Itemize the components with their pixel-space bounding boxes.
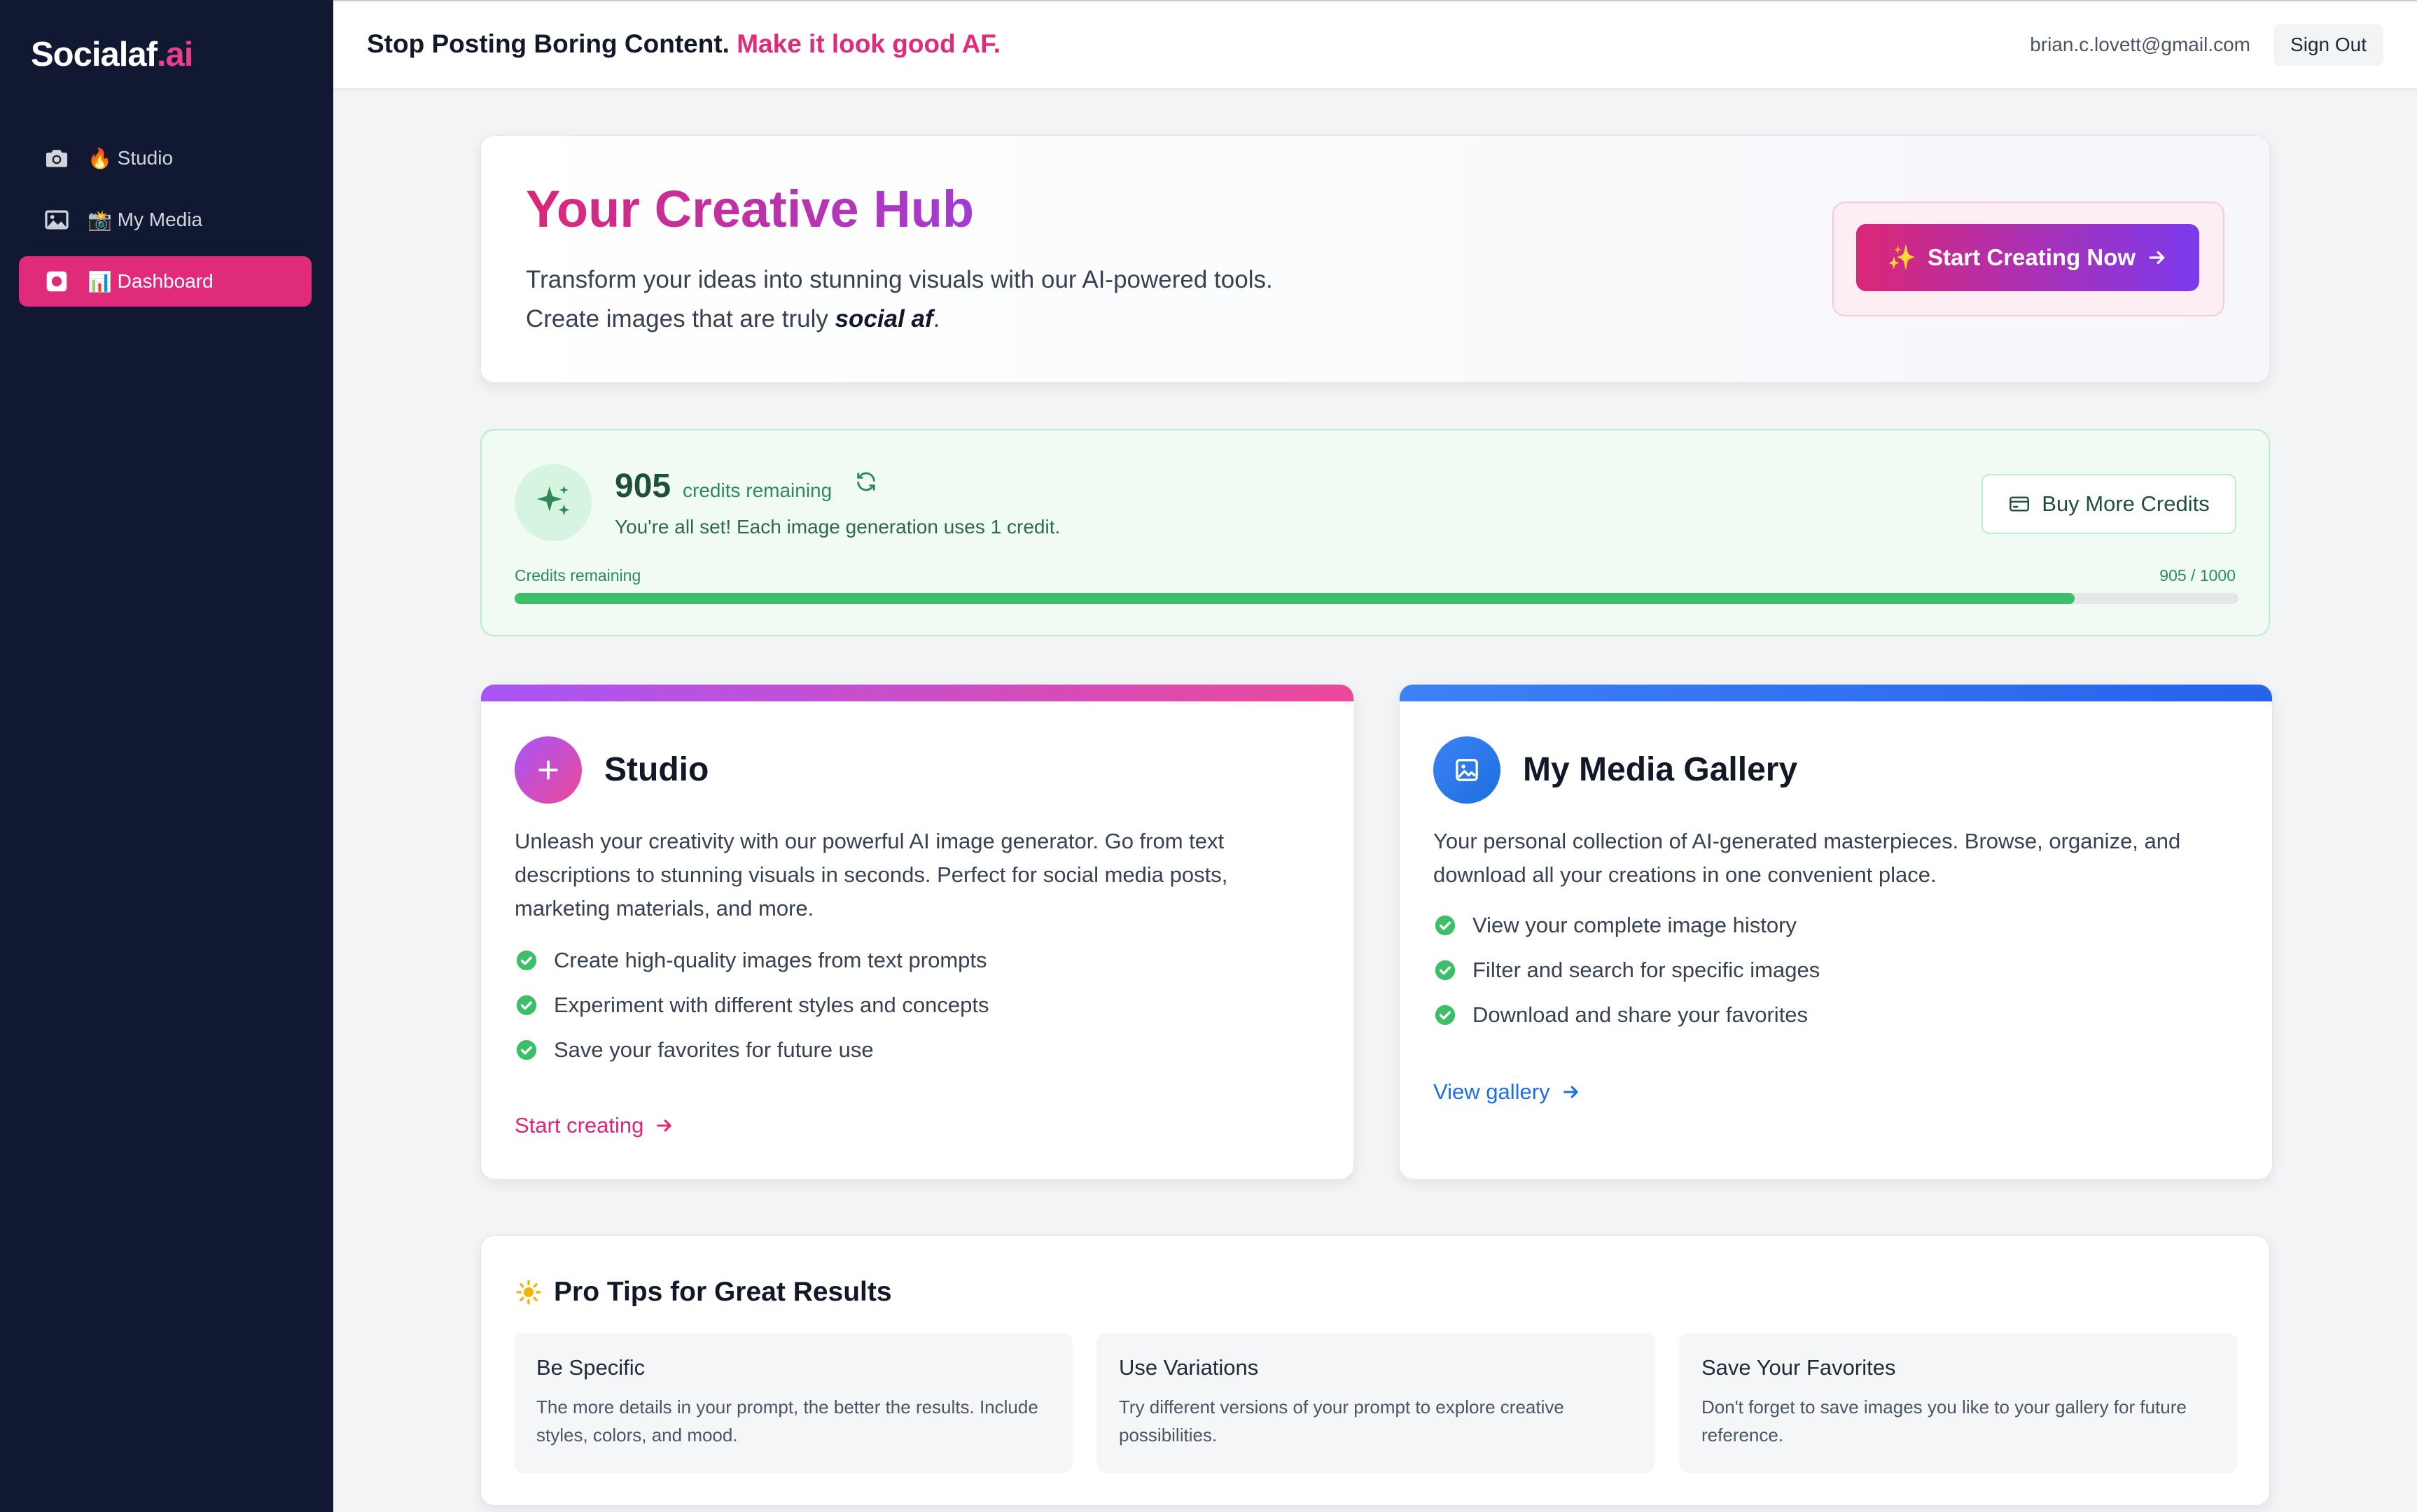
media-feature-list: View your complete image history Filter … — [1433, 903, 1820, 1037]
credits-subtitle: You're all set! Each image generation us… — [615, 516, 1061, 538]
list-item: Filter and search for specific images — [1433, 948, 1820, 993]
buy-credits-label: Buy More Credits — [2042, 491, 2210, 516]
list-item: Create high-quality images from text pro… — [515, 938, 989, 983]
arrow-right-icon — [1563, 1086, 1578, 1098]
image-icon — [43, 206, 71, 234]
sidebar: Socialaf.ai 🔥 Studio 📸 My Media 📊 Dashbo… — [0, 0, 333, 1512]
list-item: View your complete image history — [1433, 903, 1820, 948]
card-accent-bar — [1400, 685, 2272, 701]
studio-feature-list: Create high-quality images from text pro… — [515, 938, 989, 1072]
credits-progress-fill — [515, 593, 2075, 604]
user-email: brian.c.lovett@gmail.com — [2030, 34, 2250, 55]
media-card-description: Your personal collection of AI-generated… — [1433, 829, 2181, 887]
start-creating-link[interactable]: Start creating — [515, 1113, 674, 1138]
credits-label: credits remaining — [683, 479, 833, 501]
credits-count: 905 — [615, 468, 671, 505]
sidebar-item-studio[interactable]: 🔥 Studio — [19, 133, 312, 183]
creative-hub-card: Your Creative Hub Transform your ideas i… — [480, 135, 2270, 383]
sidebar-item-emoji: 📊 — [88, 270, 112, 293]
image-icon — [1433, 736, 1500, 804]
credit-card-icon — [2009, 496, 2030, 512]
sparkles-icon: ✨ — [1887, 244, 1917, 270]
cta-label: Start Creating Now — [1928, 244, 2136, 270]
pro-tips-heading: Pro Tips for Great Results — [515, 1277, 892, 1308]
page-title: Your Creative Hub — [526, 180, 975, 238]
check-circle-icon — [1435, 960, 1456, 981]
start-creating-now-button[interactable]: ✨ Start Creating Now — [1856, 224, 2199, 291]
tip-title: Use Variations — [1119, 1355, 1259, 1380]
pro-tips-card: Pro Tips for Great Results Be Specific T… — [480, 1236, 2270, 1506]
tip-text: The more details in your prompt, the bet… — [536, 1396, 1038, 1446]
tip-use-variations: Use Variations Try different versions of… — [1096, 1333, 1655, 1473]
arrow-right-icon — [657, 1119, 672, 1132]
card-accent-bar — [481, 685, 1353, 701]
arrow-right-icon — [2149, 251, 2165, 265]
studio-card-title: Studio — [604, 751, 709, 788]
plus-icon — [515, 736, 582, 804]
top-header: Stop Posting Boring Content. Make it loo… — [333, 0, 2417, 89]
media-card-title: My Media Gallery — [1523, 751, 1798, 788]
tip-title: Save Your Favorites — [1701, 1355, 1896, 1380]
my-media-gallery-card: My Media Gallery Your personal collectio… — [1399, 684, 2273, 1180]
sidebar-nav: 🔥 Studio 📸 My Media 📊 Dashboard — [19, 133, 312, 318]
view-gallery-link[interactable]: View gallery — [1433, 1079, 1581, 1105]
refresh-icon[interactable] — [854, 470, 878, 493]
hero-description: Transform your ideas into stunning visua… — [526, 266, 1273, 332]
sidebar-item-label: Dashboard — [117, 270, 214, 292]
tip-be-specific: Be Specific The more details in your pro… — [514, 1333, 1073, 1473]
check-circle-icon — [516, 950, 537, 971]
list-item: Save your favorites for future use — [515, 1028, 989, 1072]
sidebar-item-emoji: 🔥 — [88, 147, 112, 169]
list-item: Download and share your favorites — [1433, 993, 1820, 1037]
camera-icon — [43, 144, 71, 172]
check-circle-icon — [516, 1040, 537, 1060]
progress-label: Credits remaining — [515, 566, 641, 584]
sidebar-item-my-media[interactable]: 📸 My Media — [19, 195, 312, 245]
buy-more-credits-button[interactable]: Buy More Credits — [1981, 474, 2236, 534]
progress-count: 905 / 1000 — [2159, 566, 2236, 584]
cta-container: ✨ Start Creating Now — [1832, 202, 2224, 316]
sign-out-button[interactable]: Sign Out — [2273, 24, 2383, 66]
sparkles-icon — [515, 464, 592, 541]
studio-card-description: Unleash your creativity with our powerfu… — [515, 829, 1228, 920]
app-logo[interactable]: Socialaf.ai — [31, 35, 193, 74]
tip-text: Don't forget to save images you like to … — [1701, 1396, 2187, 1446]
dashboard-icon — [43, 267, 71, 295]
check-circle-icon — [1435, 1004, 1456, 1026]
studio-card: Studio Unleash your creativity with our … — [480, 684, 1354, 1180]
tip-text: Try different versions of your prompt to… — [1119, 1396, 1564, 1446]
sidebar-item-emoji: 📸 — [88, 209, 112, 231]
check-circle-icon — [1435, 915, 1456, 936]
sidebar-item-label: Studio — [117, 147, 174, 169]
tip-save-favorites: Save Your Favorites Don't forget to save… — [1679, 1333, 2238, 1473]
lightbulb-icon — [516, 1280, 541, 1305]
list-item: Experiment with different styles and con… — [515, 983, 989, 1028]
check-circle-icon — [516, 995, 537, 1016]
tip-title: Be Specific — [536, 1355, 646, 1380]
sidebar-item-label: My Media — [117, 209, 203, 230]
header-tagline: Stop Posting Boring Content. Make it loo… — [367, 29, 1001, 58]
sidebar-item-dashboard[interactable]: 📊 Dashboard — [19, 256, 312, 307]
credits-card: 905 credits remaining You're all set! Ea… — [480, 429, 2270, 636]
credits-progress-bar — [515, 593, 2238, 604]
